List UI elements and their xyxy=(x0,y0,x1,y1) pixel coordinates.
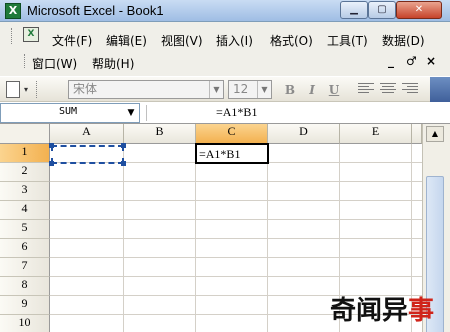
row-header-6[interactable]: 6 xyxy=(0,239,50,258)
row-header-8[interactable]: 8 xyxy=(0,277,50,296)
row-header-5[interactable]: 5 xyxy=(0,220,50,239)
bold-button[interactable]: B xyxy=(280,81,300,99)
menu-grip-2[interactable] xyxy=(24,54,27,68)
column-header-b[interactable]: B xyxy=(124,124,196,144)
active-cell-value: =A1*B1 xyxy=(199,147,241,161)
formula-bar: SUM ▼ =A1*B1 xyxy=(0,102,450,124)
row-header-3[interactable]: 3 xyxy=(0,182,50,201)
select-all-corner[interactable] xyxy=(0,124,50,144)
doc-minimize-button[interactable]: _ xyxy=(388,54,394,68)
close-button[interactable]: ✕ xyxy=(396,1,442,19)
column-header-e[interactable]: E xyxy=(340,124,412,144)
menu-window[interactable]: 窗口(W) xyxy=(32,55,77,72)
toolbar-overflow-button[interactable] xyxy=(430,77,450,102)
chevron-down-icon[interactable]: ▼ xyxy=(257,81,271,98)
reference-handle[interactable] xyxy=(121,143,126,148)
font-name-value: 宋体 xyxy=(73,82,98,96)
font-size-value: 12 xyxy=(233,82,249,96)
align-right-icon[interactable] xyxy=(402,83,418,96)
reference-marquee xyxy=(51,145,124,164)
formula-input[interactable]: =A1*B1 xyxy=(216,105,257,120)
name-box-value: SUM xyxy=(59,106,78,117)
window-title: Microsoft Excel - Book1 xyxy=(27,3,164,18)
row-header-10[interactable]: 10 xyxy=(0,315,50,332)
workbook-icon[interactable]: X xyxy=(23,27,39,42)
menu-data[interactable]: 数据(D) xyxy=(382,32,425,49)
toolbar-options-icon[interactable]: ▾ xyxy=(24,85,28,94)
menu-edit[interactable]: 编辑(E) xyxy=(106,32,147,49)
font-name-combo[interactable]: 宋体 ▼ xyxy=(68,80,224,99)
menu-bar: X 文件(F) 编辑(E) 视图(V) 插入(I) 格式(O) 工具(T) 数据… xyxy=(0,22,450,76)
column-header-a[interactable]: A xyxy=(50,124,124,144)
title-bar: X Microsoft Excel - Book1 ▁ ▢ ✕ xyxy=(0,0,450,22)
formatting-toolbar: ▾ 宋体 ▼ 12 ▼ B I U xyxy=(0,76,450,102)
toolbar-grip[interactable] xyxy=(36,81,39,98)
scroll-up-button[interactable]: ▲ xyxy=(426,126,444,142)
row-header-2[interactable]: 2 xyxy=(0,163,50,182)
reference-handle[interactable] xyxy=(49,161,54,166)
excel-app-icon: X xyxy=(5,3,21,19)
align-left-icon[interactable] xyxy=(358,83,374,96)
menu-format[interactable]: 格式(O) xyxy=(270,32,313,49)
reference-handle[interactable] xyxy=(121,161,126,166)
new-document-icon[interactable] xyxy=(6,81,20,98)
doc-restore-button[interactable]: ♂ xyxy=(406,54,417,68)
reference-handle[interactable] xyxy=(49,143,54,148)
watermark-text-1: 奇闻异 xyxy=(330,296,409,326)
name-box[interactable]: SUM ▼ xyxy=(0,103,140,123)
italic-button[interactable]: I xyxy=(302,81,322,99)
align-center-icon[interactable] xyxy=(380,83,396,96)
row-header-9[interactable]: 9 xyxy=(0,296,50,315)
maximize-button[interactable]: ▢ xyxy=(368,1,396,19)
formula-bar-separator xyxy=(146,105,192,121)
active-cell-c1[interactable]: =A1*B1 xyxy=(195,143,269,164)
font-size-combo[interactable]: 12 ▼ xyxy=(228,80,272,99)
row-header-4[interactable]: 4 xyxy=(0,201,50,220)
column-header-c[interactable]: C xyxy=(196,124,268,144)
doc-close-button[interactable]: × xyxy=(426,54,436,68)
chevron-down-icon[interactable]: ▼ xyxy=(125,106,137,120)
menu-view[interactable]: 视图(V) xyxy=(161,32,203,49)
row-header-1[interactable]: 1 xyxy=(0,144,50,163)
menu-tools[interactable]: 工具(T) xyxy=(327,32,368,49)
row-header-7[interactable]: 7 xyxy=(0,258,50,277)
column-header-f[interactable] xyxy=(412,124,422,144)
minimize-button[interactable]: ▁ xyxy=(340,1,368,19)
underline-button[interactable]: U xyxy=(324,81,344,99)
menu-grip[interactable] xyxy=(11,28,14,44)
menu-help[interactable]: 帮助(H) xyxy=(92,55,134,72)
menu-insert[interactable]: 插入(I) xyxy=(216,32,253,49)
chevron-down-icon[interactable]: ▼ xyxy=(209,81,223,98)
watermark-text-2: 事 xyxy=(408,296,435,326)
column-header-d[interactable]: D xyxy=(268,124,340,144)
watermark-text: 奇闻异事 xyxy=(330,290,434,327)
menu-file[interactable]: 文件(F) xyxy=(52,32,92,49)
